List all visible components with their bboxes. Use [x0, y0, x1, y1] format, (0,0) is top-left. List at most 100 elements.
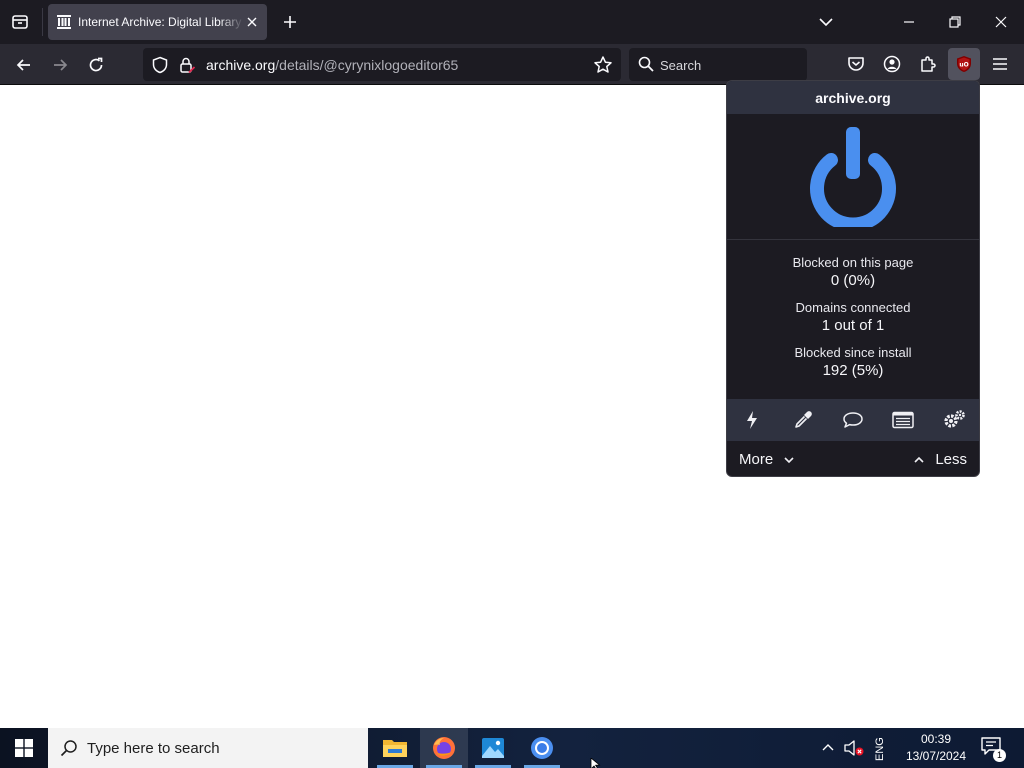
minimize-icon	[904, 21, 914, 23]
popup-hostname: archive.org	[727, 81, 979, 114]
star-icon	[594, 56, 612, 73]
reload-icon	[89, 57, 103, 72]
stat-value: 192 (5%)	[822, 362, 884, 379]
url-bar[interactable]: archive.org/details/@cyrynixlogoeditor65	[143, 48, 621, 81]
gears-icon	[944, 410, 965, 428]
firefox-view-icon	[12, 15, 28, 29]
firefox-icon	[433, 737, 455, 759]
list-icon	[892, 411, 915, 429]
taskbar-file-explorer[interactable]	[371, 728, 419, 768]
search-icon	[60, 740, 77, 757]
more-less-bar: More Less	[727, 443, 979, 476]
svg-text:uO: uO	[959, 62, 968, 69]
pocket-button[interactable]	[842, 50, 870, 78]
bookmark-star-button[interactable]	[593, 55, 613, 75]
speech-bubble-icon	[843, 412, 863, 428]
stat-label: Blocked since install	[794, 345, 912, 360]
volume-button[interactable]	[843, 738, 865, 758]
ublock-origin-button[interactable]: uO	[948, 48, 980, 80]
taskbar-search-placeholder: Type here to search	[87, 739, 220, 757]
restore-button[interactable]	[936, 6, 974, 38]
notification-count-badge: 1	[993, 749, 1006, 762]
extensions-button[interactable]	[914, 50, 942, 78]
more-button[interactable]: More	[739, 451, 795, 468]
arrow-right-icon	[54, 59, 68, 71]
plus-icon	[284, 16, 296, 28]
logger-button[interactable]	[888, 405, 918, 435]
popup-toolbar	[727, 399, 979, 441]
stat-label: Domains connected	[795, 300, 911, 315]
account-button[interactable]	[878, 50, 906, 78]
stat-blocked-page: Blocked on this page 0 (0%)	[727, 255, 979, 291]
lock-warning-icon[interactable]	[178, 56, 196, 74]
stat-blocked-install: Blocked since install 192 (5%)	[727, 345, 979, 381]
tab-title: Internet Archive: Digital Library	[78, 15, 242, 29]
firefox-view-button[interactable]	[4, 6, 36, 38]
archive-favicon-icon	[56, 14, 72, 30]
folder-icon	[383, 740, 407, 757]
chevron-up-icon	[822, 744, 834, 751]
popup-stats: Blocked on this page 0 (0%) Domains conn…	[727, 240, 979, 381]
chevron-down-icon	[784, 456, 794, 463]
clock-date: 13/07/2024	[905, 749, 967, 763]
eyedropper-icon	[794, 411, 812, 428]
volume-muted-icon	[844, 740, 864, 756]
url-text[interactable]: archive.org/details/@cyrynixlogoeditor65	[206, 57, 458, 73]
photos-icon	[482, 738, 504, 758]
taskbar-firefox[interactable]	[420, 728, 468, 768]
chrome-icon	[531, 737, 553, 759]
chevron-down-icon	[819, 18, 833, 27]
tab-separator	[42, 8, 43, 36]
action-center-button[interactable]: 1	[980, 736, 1006, 762]
url-path: /details/@cyrynixlogoeditor65	[275, 57, 459, 73]
hamburger-menu-icon	[993, 58, 1007, 70]
start-button[interactable]	[0, 728, 48, 768]
tab-close-button[interactable]	[243, 13, 261, 31]
power-icon	[810, 126, 896, 227]
taskbar-clock[interactable]: 00:39 13/07/2024	[900, 731, 972, 765]
ublock-popup: archive.org Blocked on this page 0 (0%) …	[726, 80, 980, 477]
pocket-icon	[848, 57, 864, 71]
mouse-cursor-icon	[590, 758, 601, 768]
tracking-protection-shield-icon[interactable]	[151, 56, 169, 74]
forward-button[interactable]	[44, 49, 76, 81]
app-menu-button[interactable]	[986, 50, 1014, 78]
lightning-icon	[747, 411, 758, 429]
taskbar-photos[interactable]	[469, 728, 517, 768]
search-bar[interactable]: Search	[629, 48, 807, 81]
restore-icon	[949, 16, 961, 28]
minimize-button[interactable]	[890, 6, 928, 38]
chevron-up-icon	[914, 456, 924, 463]
clock-time: 00:39	[920, 732, 952, 746]
report-issue-button[interactable]	[838, 405, 868, 435]
stat-value: 0 (0%)	[830, 272, 876, 289]
tab-internet-archive[interactable]: Internet Archive: Digital Library	[48, 4, 267, 40]
navigation-toolbar: archive.org/details/@cyrynixlogoeditor65…	[0, 44, 1024, 85]
close-icon	[247, 17, 257, 27]
taskbar: Type here to search ENG 00:39 13/07/2024…	[0, 728, 1024, 768]
input-language-indicator[interactable]: ENG	[869, 735, 891, 763]
new-tab-button[interactable]	[276, 8, 304, 36]
dashboard-button[interactable]	[939, 405, 969, 435]
search-placeholder: Search	[660, 58, 702, 73]
stat-domains-connected: Domains connected 1 out of 1	[727, 300, 979, 336]
taskbar-chrome[interactable]	[518, 728, 566, 768]
element-picker-button[interactable]	[788, 405, 818, 435]
power-switch[interactable]	[727, 114, 979, 240]
less-button[interactable]: Less	[913, 451, 967, 468]
reload-button[interactable]	[80, 49, 112, 81]
stat-value: 1 out of 1	[821, 317, 885, 334]
less-label: Less	[935, 451, 967, 468]
url-host: archive.org	[206, 57, 276, 73]
search-icon	[638, 56, 654, 72]
account-icon	[883, 55, 901, 73]
lightning-tool-button[interactable]	[737, 405, 767, 435]
show-hidden-icons-button[interactable]	[818, 738, 838, 758]
list-all-tabs-button[interactable]	[812, 6, 840, 38]
puzzle-piece-icon	[921, 56, 936, 72]
back-button[interactable]	[8, 49, 40, 81]
close-icon	[995, 16, 1007, 28]
taskbar-search-box[interactable]: Type here to search	[48, 728, 368, 768]
windows-logo-icon	[15, 739, 33, 757]
window-close-button[interactable]	[982, 6, 1020, 38]
